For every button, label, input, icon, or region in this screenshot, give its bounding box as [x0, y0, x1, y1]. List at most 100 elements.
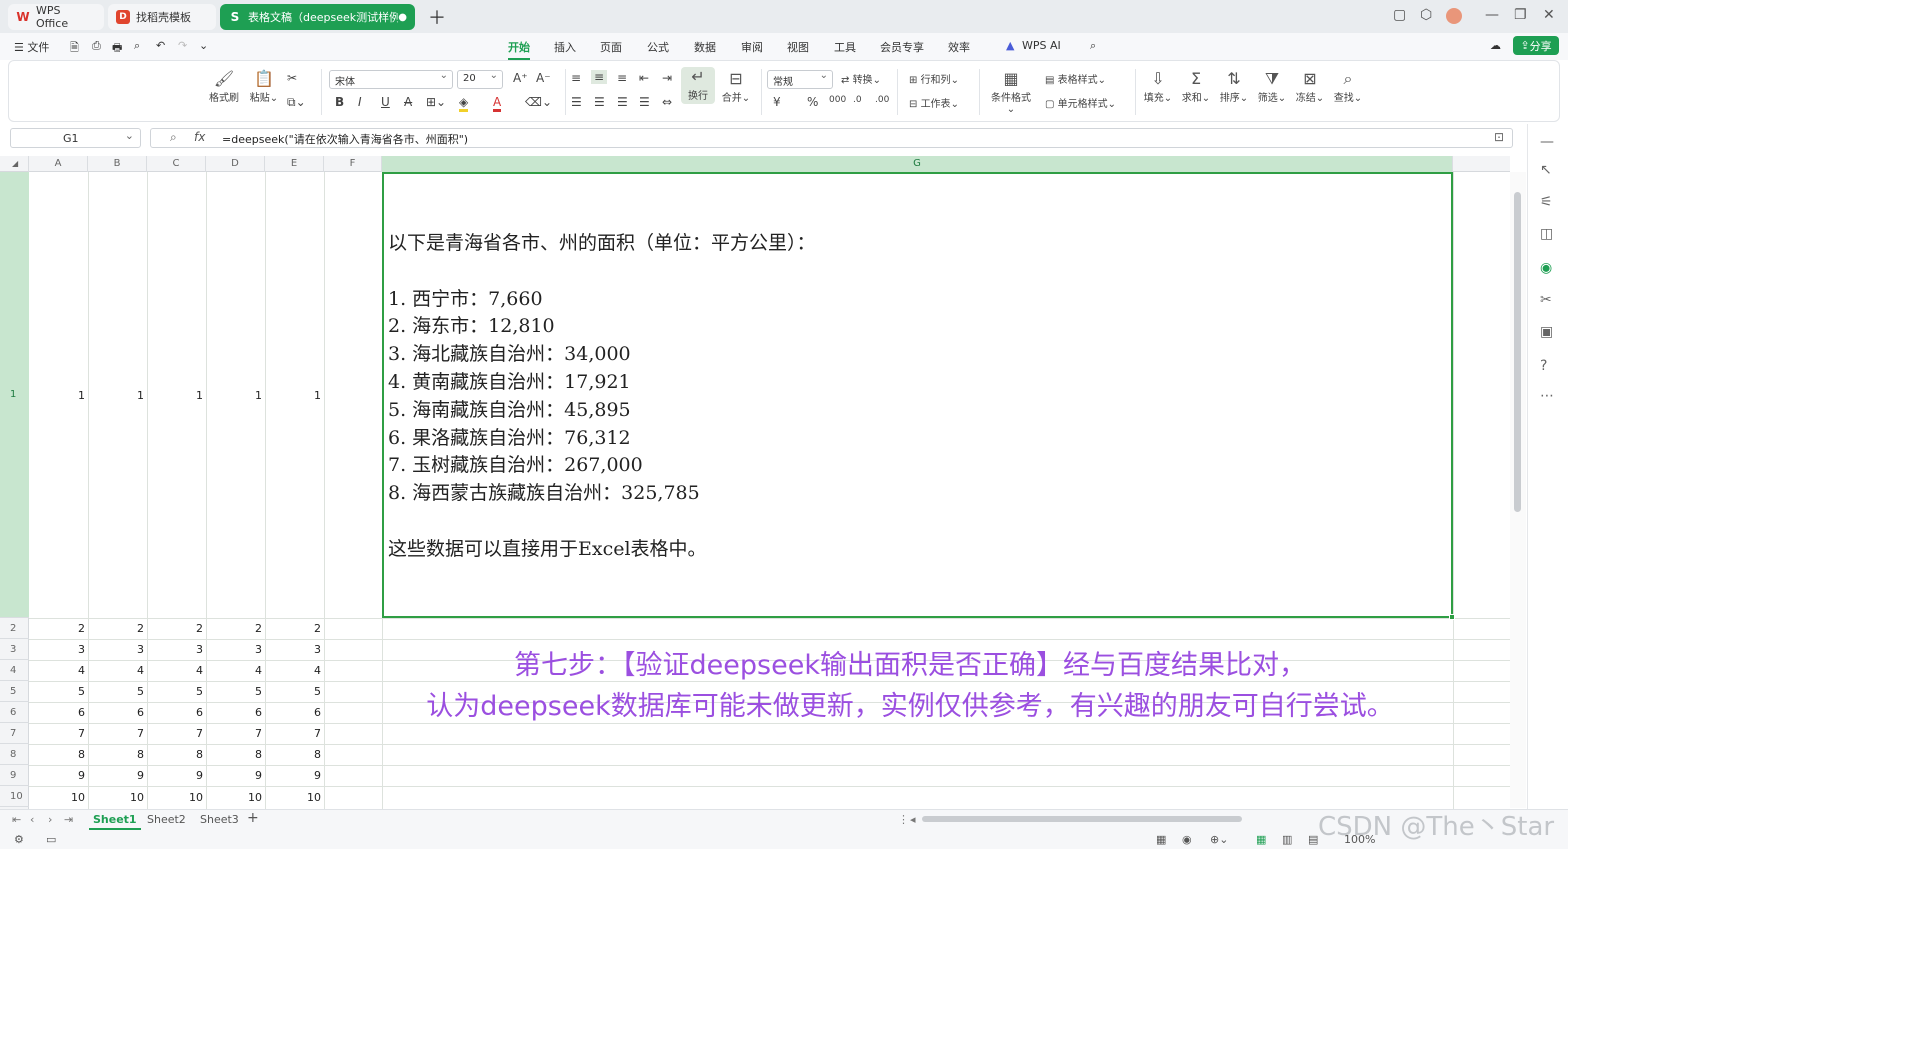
- row-header-1[interactable]: 1: [0, 172, 29, 618]
- column-header-d[interactable]: D: [206, 156, 265, 172]
- sheet-tab-1[interactable]: Sheet1: [89, 813, 141, 830]
- cell-d9[interactable]: 9: [206, 769, 262, 782]
- cell-b7[interactable]: 7: [88, 727, 144, 740]
- table-style-button[interactable]: ▤ 表格样式⌄: [1045, 71, 1106, 86]
- fill-color-icon[interactable]: ◈: [459, 95, 469, 112]
- focus-icon[interactable]: ⊕⌄: [1210, 833, 1228, 846]
- menu-wps-ai[interactable]: WPS AI: [1022, 39, 1061, 52]
- cloud-icon[interactable]: ☁: [1490, 39, 1501, 52]
- tab-document[interactable]: S 表格文稿（deepseek测试样例）. ●: [220, 4, 415, 30]
- column-header-g[interactable]: G: [382, 156, 1453, 172]
- menu-formula[interactable]: 公式: [647, 39, 669, 55]
- prev-sheet-icon[interactable]: ‹: [30, 813, 34, 826]
- cell-e4[interactable]: 4: [265, 664, 321, 677]
- fill-handle[interactable]: [1449, 614, 1455, 620]
- search-icon[interactable]: ⌕: [1090, 39, 1096, 53]
- fx-icon[interactable]: fx: [194, 130, 205, 144]
- row-header-9[interactable]: 9: [0, 765, 29, 786]
- cell-c7[interactable]: 7: [147, 727, 203, 740]
- avatar[interactable]: [1446, 8, 1462, 24]
- cell-b9[interactable]: 9: [88, 769, 144, 782]
- cell-c3[interactable]: 3: [147, 643, 203, 656]
- column-header-a[interactable]: A: [29, 156, 88, 172]
- minimize-icon[interactable]: —: [1485, 7, 1499, 23]
- cell-b3[interactable]: 3: [88, 643, 144, 656]
- cell-e5[interactable]: 5: [265, 685, 321, 698]
- menu-data[interactable]: 数据: [694, 39, 716, 55]
- align-middle-icon[interactable]: ≡: [591, 70, 608, 84]
- cell-b6[interactable]: 6: [88, 706, 144, 719]
- find-button[interactable]: ⌕ 查找⌄: [1331, 69, 1365, 104]
- distribute-icon[interactable]: ⇔: [662, 95, 672, 109]
- menu-tools[interactable]: 工具: [834, 39, 856, 55]
- fill-button[interactable]: ⇩ 填充⌄: [1141, 69, 1175, 104]
- first-sheet-icon[interactable]: ⇤: [12, 813, 21, 826]
- redo-icon[interactable]: ↷: [178, 39, 187, 52]
- sheet-tab-3[interactable]: Sheet3: [200, 813, 239, 826]
- align-bottom-icon[interactable]: ≡: [617, 71, 627, 85]
- menu-review[interactable]: 审阅: [741, 39, 763, 55]
- cell-e8[interactable]: 8: [265, 748, 321, 761]
- save-icon[interactable]: 🗎: [70, 39, 79, 58]
- cell-b10[interactable]: 10: [88, 791, 144, 804]
- thousands-icon[interactable]: 000: [829, 95, 846, 105]
- row-header-5[interactable]: 5: [0, 681, 29, 702]
- increase-decimal-icon[interactable]: .0: [853, 95, 862, 105]
- cell-d2[interactable]: 2: [206, 622, 262, 635]
- wrap-text-button[interactable]: ↵ 换行: [681, 67, 715, 104]
- clear-format-icon[interactable]: ⌫⌄: [525, 95, 552, 109]
- cell-d1[interactable]: 1: [206, 389, 262, 402]
- row-header-6[interactable]: 6: [0, 702, 29, 723]
- column-header-b[interactable]: B: [88, 156, 147, 172]
- menu-view[interactable]: 视图: [787, 39, 809, 55]
- assistant-icon[interactable]: ◉: [1540, 260, 1552, 276]
- menu-home[interactable]: 开始: [508, 39, 530, 60]
- name-box[interactable]: G1: [10, 128, 141, 148]
- book-icon[interactable]: ▣: [1540, 324, 1553, 340]
- align-right-icon[interactable]: ☰: [617, 95, 628, 109]
- cell-e2[interactable]: 2: [265, 622, 321, 635]
- row-header-10[interactable]: 10: [0, 786, 29, 807]
- currency-icon[interactable]: ¥: [773, 95, 781, 109]
- merge-button[interactable]: ⊟ 合并⌄: [719, 69, 753, 104]
- new-tab-button[interactable]: ＋: [420, 4, 450, 30]
- row-header-7[interactable]: 7: [0, 723, 29, 744]
- indent-decrease-icon[interactable]: ⇤: [639, 71, 649, 85]
- cell-c1[interactable]: 1: [147, 389, 203, 402]
- cell-b4[interactable]: 4: [88, 664, 144, 677]
- tools-icon[interactable]: ✂: [1540, 292, 1552, 308]
- wps-ai-icon[interactable]: ▲: [1006, 39, 1014, 52]
- page-break-view-icon[interactable]: ▥: [1282, 833, 1292, 846]
- strikethrough-icon[interactable]: A: [404, 95, 412, 109]
- column-header-c[interactable]: C: [147, 156, 206, 172]
- cell-c6[interactable]: 6: [147, 706, 203, 719]
- cell-a1[interactable]: 1: [29, 389, 85, 402]
- layout-icon[interactable]: ▦: [1156, 833, 1166, 846]
- font-size-select[interactable]: 20: [457, 70, 503, 89]
- shape-icon[interactable]: ◫: [1540, 226, 1553, 242]
- row-header-2[interactable]: 2: [0, 618, 29, 639]
- export-icon[interactable]: ⎙: [92, 39, 101, 53]
- window-layout-icon[interactable]: ▢: [1393, 7, 1406, 23]
- cell-d8[interactable]: 8: [206, 748, 262, 761]
- eye-protect-icon[interactable]: ◉: [1182, 833, 1192, 846]
- status-icon[interactable]: ▭: [46, 833, 56, 846]
- underline-icon[interactable]: U: [381, 95, 390, 109]
- collapse-icon[interactable]: —: [1540, 134, 1554, 150]
- cell-c2[interactable]: 2: [147, 622, 203, 635]
- more-chevron-icon[interactable]: ⌄: [199, 39, 208, 52]
- add-sheet-button[interactable]: +: [247, 810, 259, 826]
- conditional-format-button[interactable]: ▦ 条件格式⌄: [987, 69, 1035, 115]
- file-menu[interactable]: ☰ 文件: [14, 39, 49, 55]
- vertical-scroll-thumb[interactable]: [1514, 192, 1521, 512]
- page-view-icon[interactable]: ▤: [1308, 833, 1318, 846]
- column-header-e[interactable]: E: [265, 156, 324, 172]
- indent-increase-icon[interactable]: ⇥: [662, 71, 672, 85]
- menu-page[interactable]: 页面: [600, 39, 622, 55]
- cell-a7[interactable]: 7: [29, 727, 85, 740]
- menu-member[interactable]: 会员专享: [880, 39, 924, 55]
- cell-c8[interactable]: 8: [147, 748, 203, 761]
- increase-font-icon[interactable]: A⁺: [513, 71, 528, 85]
- cell-a10[interactable]: 10: [29, 791, 85, 804]
- cell-c5[interactable]: 5: [147, 685, 203, 698]
